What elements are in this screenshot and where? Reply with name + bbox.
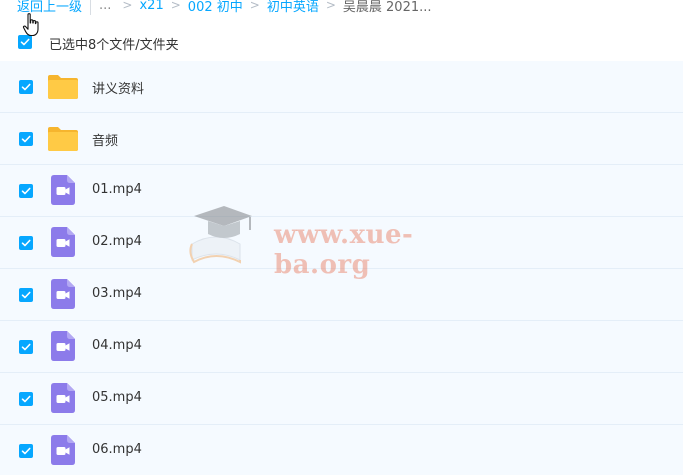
- breadcrumb-item-x21[interactable]: x21: [137, 0, 165, 13]
- breadcrumb-separator: >: [325, 0, 336, 12]
- row-checkbox[interactable]: [19, 444, 33, 458]
- breadcrumb-separator: >: [249, 0, 260, 12]
- breadcrumb: 返回上一级 ... > x21 > 002 初中 > 初中英语 > 吴晨晨 20…: [0, 0, 683, 16]
- video-file-icon: [51, 331, 75, 361]
- file-name[interactable]: 05.mp4: [92, 390, 142, 405]
- row-checkbox[interactable]: [19, 184, 33, 198]
- list-item-video[interactable]: 05.mp4: [0, 373, 683, 425]
- breadcrumb-separator: >: [170, 0, 181, 12]
- list-item-video[interactable]: 06.mp4: [0, 425, 683, 475]
- row-checkbox[interactable]: [19, 288, 33, 302]
- file-name[interactable]: 04.mp4: [92, 338, 142, 353]
- file-name[interactable]: 02.mp4: [92, 234, 142, 249]
- row-checkbox[interactable]: [19, 80, 33, 94]
- video-file-icon: [51, 279, 75, 309]
- folder-icon: [48, 75, 78, 99]
- check-icon: [21, 83, 31, 91]
- file-name[interactable]: 06.mp4: [92, 442, 142, 457]
- list-item-folder[interactable]: 讲义资料: [0, 61, 683, 113]
- file-name[interactable]: 03.mp4: [92, 286, 142, 301]
- check-icon: [21, 291, 31, 299]
- file-list: 讲义资料 音频 01.mp4 02.mp4 03.mp4 04.mp4 05.m…: [0, 61, 683, 475]
- folder-icon: [48, 127, 78, 151]
- row-checkbox[interactable]: [19, 132, 33, 146]
- breadcrumb-ellipsis[interactable]: ...: [97, 0, 117, 13]
- file-name[interactable]: 音频: [92, 130, 118, 149]
- check-icon: [21, 187, 31, 195]
- list-item-video[interactable]: 01.mp4: [0, 165, 683, 217]
- selection-bar: 已选中8个文件/文件夹: [0, 28, 683, 58]
- row-checkbox[interactable]: [19, 340, 33, 354]
- check-icon: [21, 395, 31, 403]
- hand-cursor-icon: [22, 13, 39, 37]
- breadcrumb-item-002[interactable]: 002 初中: [186, 0, 245, 15]
- video-file-icon: [51, 383, 75, 413]
- check-icon: [20, 38, 30, 46]
- list-item-video[interactable]: 03.mp4: [0, 269, 683, 321]
- video-file-icon: [51, 175, 75, 205]
- breadcrumb-item-english[interactable]: 初中英语: [265, 0, 321, 15]
- breadcrumb-separator: >: [122, 0, 133, 12]
- list-item-video[interactable]: 02.mp4: [0, 217, 683, 269]
- breadcrumb-current: 吴晨晨 2021...: [342, 0, 432, 15]
- check-icon: [21, 239, 31, 247]
- row-checkbox[interactable]: [19, 392, 33, 406]
- file-name[interactable]: 讲义资料: [92, 78, 144, 97]
- list-item-video[interactable]: 04.mp4: [0, 321, 683, 373]
- check-icon: [21, 135, 31, 143]
- selection-count-label: 已选中8个文件/文件夹: [49, 38, 179, 53]
- check-icon: [21, 447, 31, 455]
- back-link[interactable]: 返回上一级: [0, 0, 92, 15]
- check-icon: [21, 343, 31, 351]
- video-file-icon: [51, 227, 75, 257]
- list-item-folder[interactable]: 音频: [0, 113, 683, 165]
- file-name[interactable]: 01.mp4: [92, 182, 142, 197]
- video-file-icon: [51, 435, 75, 465]
- row-checkbox[interactable]: [19, 236, 33, 250]
